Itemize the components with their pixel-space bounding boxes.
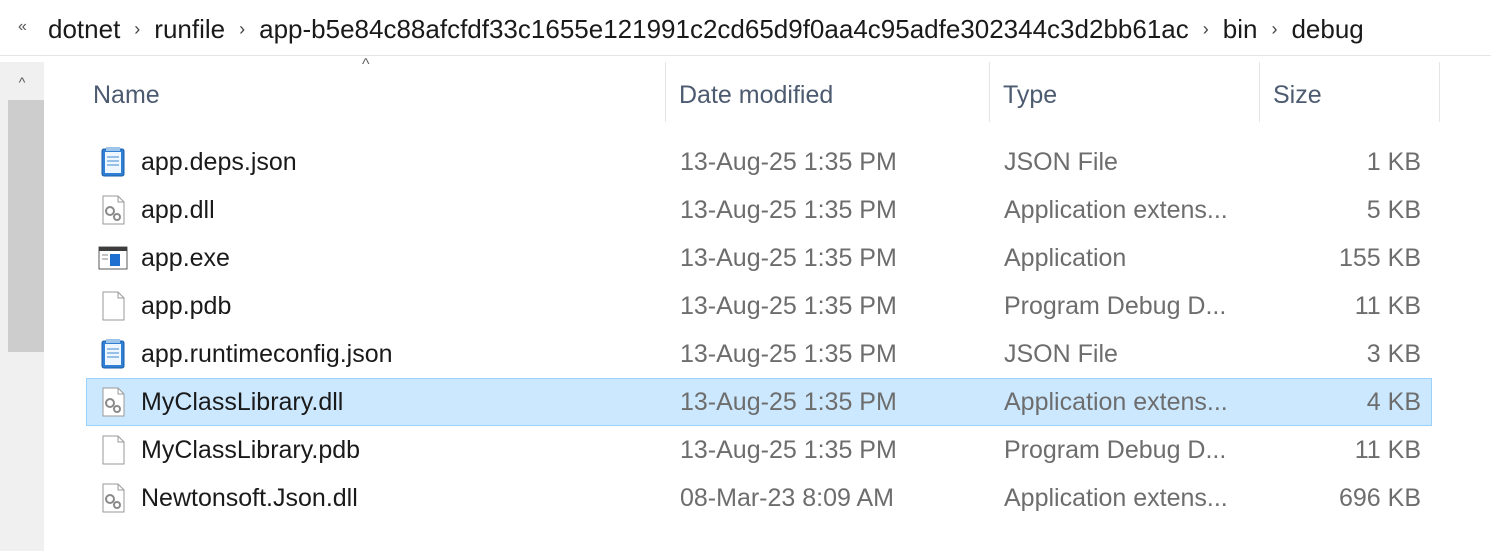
column-header-date-modified[interactable]: Date modified (634, 62, 957, 122)
column-header: ^ Name Date modified Type Size (48, 56, 1491, 128)
file-name: app.deps.json (141, 148, 297, 176)
file-date-modified: 13-Aug-25 1:35 PM (680, 388, 897, 416)
file-name: Newtonsoft.Json.dll (141, 484, 358, 512)
file-type: Program Debug D... (1004, 436, 1227, 464)
file-size: 696 KB (1338, 484, 1421, 512)
nav-pane-scrollbar[interactable]: ^ (0, 62, 44, 551)
file-size: 4 KB (1366, 388, 1421, 416)
blank-file-icon (102, 291, 125, 321)
file-type: Application (1004, 244, 1127, 272)
breadcrumb-item-debug[interactable]: debug (1291, 12, 1363, 46)
file-row[interactable]: MyClassLibrary.pdb 13-Aug-25 1:35 PM Pro… (86, 426, 1432, 474)
file-date-modified: 13-Aug-25 1:35 PM (680, 244, 897, 272)
breadcrumb-item-dotnet[interactable]: dotnet (48, 12, 120, 46)
breadcrumb-item-runfile[interactable]: runfile (154, 12, 225, 46)
file-size: 155 KB (1338, 244, 1421, 272)
file-type: Program Debug D... (1004, 292, 1227, 320)
file-type: Application extens... (1004, 388, 1228, 416)
file-date-modified: 13-Aug-25 1:35 PM (680, 196, 897, 224)
file-type: Application extens... (1004, 484, 1228, 512)
file-date-modified: 13-Aug-25 1:35 PM (680, 148, 897, 176)
file-date-modified: 13-Aug-25 1:35 PM (680, 292, 897, 320)
chevron-right-icon[interactable]: › (1189, 19, 1223, 40)
dll-file-icon (102, 483, 125, 513)
file-row[interactable]: app.dll 13-Aug-25 1:35 PM Application ex… (86, 186, 1432, 234)
exe-file-icon (98, 246, 128, 270)
dll-file-icon (102, 195, 125, 225)
file-name: app.runtimeconfig.json (141, 340, 393, 368)
file-name: MyClassLibrary.pdb (141, 436, 361, 464)
chevron-right-icon[interactable]: › (1257, 19, 1291, 40)
file-type: Application extens... (1004, 196, 1228, 224)
file-date-modified: 13-Aug-25 1:35 PM (680, 340, 897, 368)
breadcrumb-item-app-folder[interactable]: app-b5e84c88afcfdf33c1655e121991c2cd65d9… (259, 12, 1189, 46)
file-name: app.pdb (141, 292, 232, 320)
breadcrumb-item-bin[interactable]: bin (1223, 12, 1258, 46)
chevron-right-icon[interactable]: › (225, 19, 259, 40)
file-size: 11 KB (1354, 292, 1421, 320)
file-row[interactable]: app.exe 13-Aug-25 1:35 PM Application 15… (86, 234, 1432, 282)
column-header-type[interactable]: Type (958, 62, 1228, 122)
column-header-name[interactable]: Name (48, 62, 665, 122)
chevron-right-icon[interactable]: › (120, 19, 154, 40)
file-row[interactable]: app.deps.json 13-Aug-25 1:35 PM JSON Fil… (86, 138, 1432, 186)
file-size: 3 KB (1366, 340, 1421, 368)
address-breadcrumb-bar: « dotnet › runfile › app-b5e84c88afcfdf3… (0, 0, 1491, 56)
dll-file-icon (102, 387, 125, 417)
file-row[interactable]: Newtonsoft.Json.dll 08-Mar-23 8:09 AM Ap… (86, 474, 1432, 522)
file-date-modified: 08-Mar-23 8:09 AM (680, 484, 894, 512)
file-type: JSON File (1004, 148, 1118, 176)
json-file-icon (101, 147, 125, 177)
file-size: 11 KB (1354, 436, 1421, 464)
scroll-up-arrow-icon[interactable]: ^ (0, 62, 44, 102)
file-size: 1 KB (1366, 148, 1421, 176)
file-type: JSON File (1004, 340, 1118, 368)
file-row-selected[interactable]: MyClassLibrary.dll 13-Aug-25 1:35 PM App… (86, 378, 1432, 426)
file-name: app.exe (141, 244, 230, 272)
json-file-icon (101, 339, 125, 369)
column-header-size[interactable]: Size (1228, 62, 1408, 122)
file-list: app.deps.json 13-Aug-25 1:35 PM JSON Fil… (86, 138, 1432, 522)
scrollbar-thumb[interactable] (8, 100, 44, 352)
file-row[interactable]: app.pdb 13-Aug-25 1:35 PM Program Debug … (86, 282, 1432, 330)
breadcrumb-overflow-button[interactable]: « (18, 18, 27, 36)
breadcrumb: dotnet › runfile › app-b5e84c88afcfdf33c… (48, 12, 1364, 46)
column-divider[interactable] (1439, 62, 1440, 122)
blank-file-icon (102, 435, 125, 465)
file-name: MyClassLibrary.dll (141, 388, 344, 416)
file-name: app.dll (141, 196, 215, 224)
file-row[interactable]: app.runtimeconfig.json 13-Aug-25 1:35 PM… (86, 330, 1432, 378)
file-size: 5 KB (1366, 196, 1421, 224)
file-date-modified: 13-Aug-25 1:35 PM (680, 436, 897, 464)
